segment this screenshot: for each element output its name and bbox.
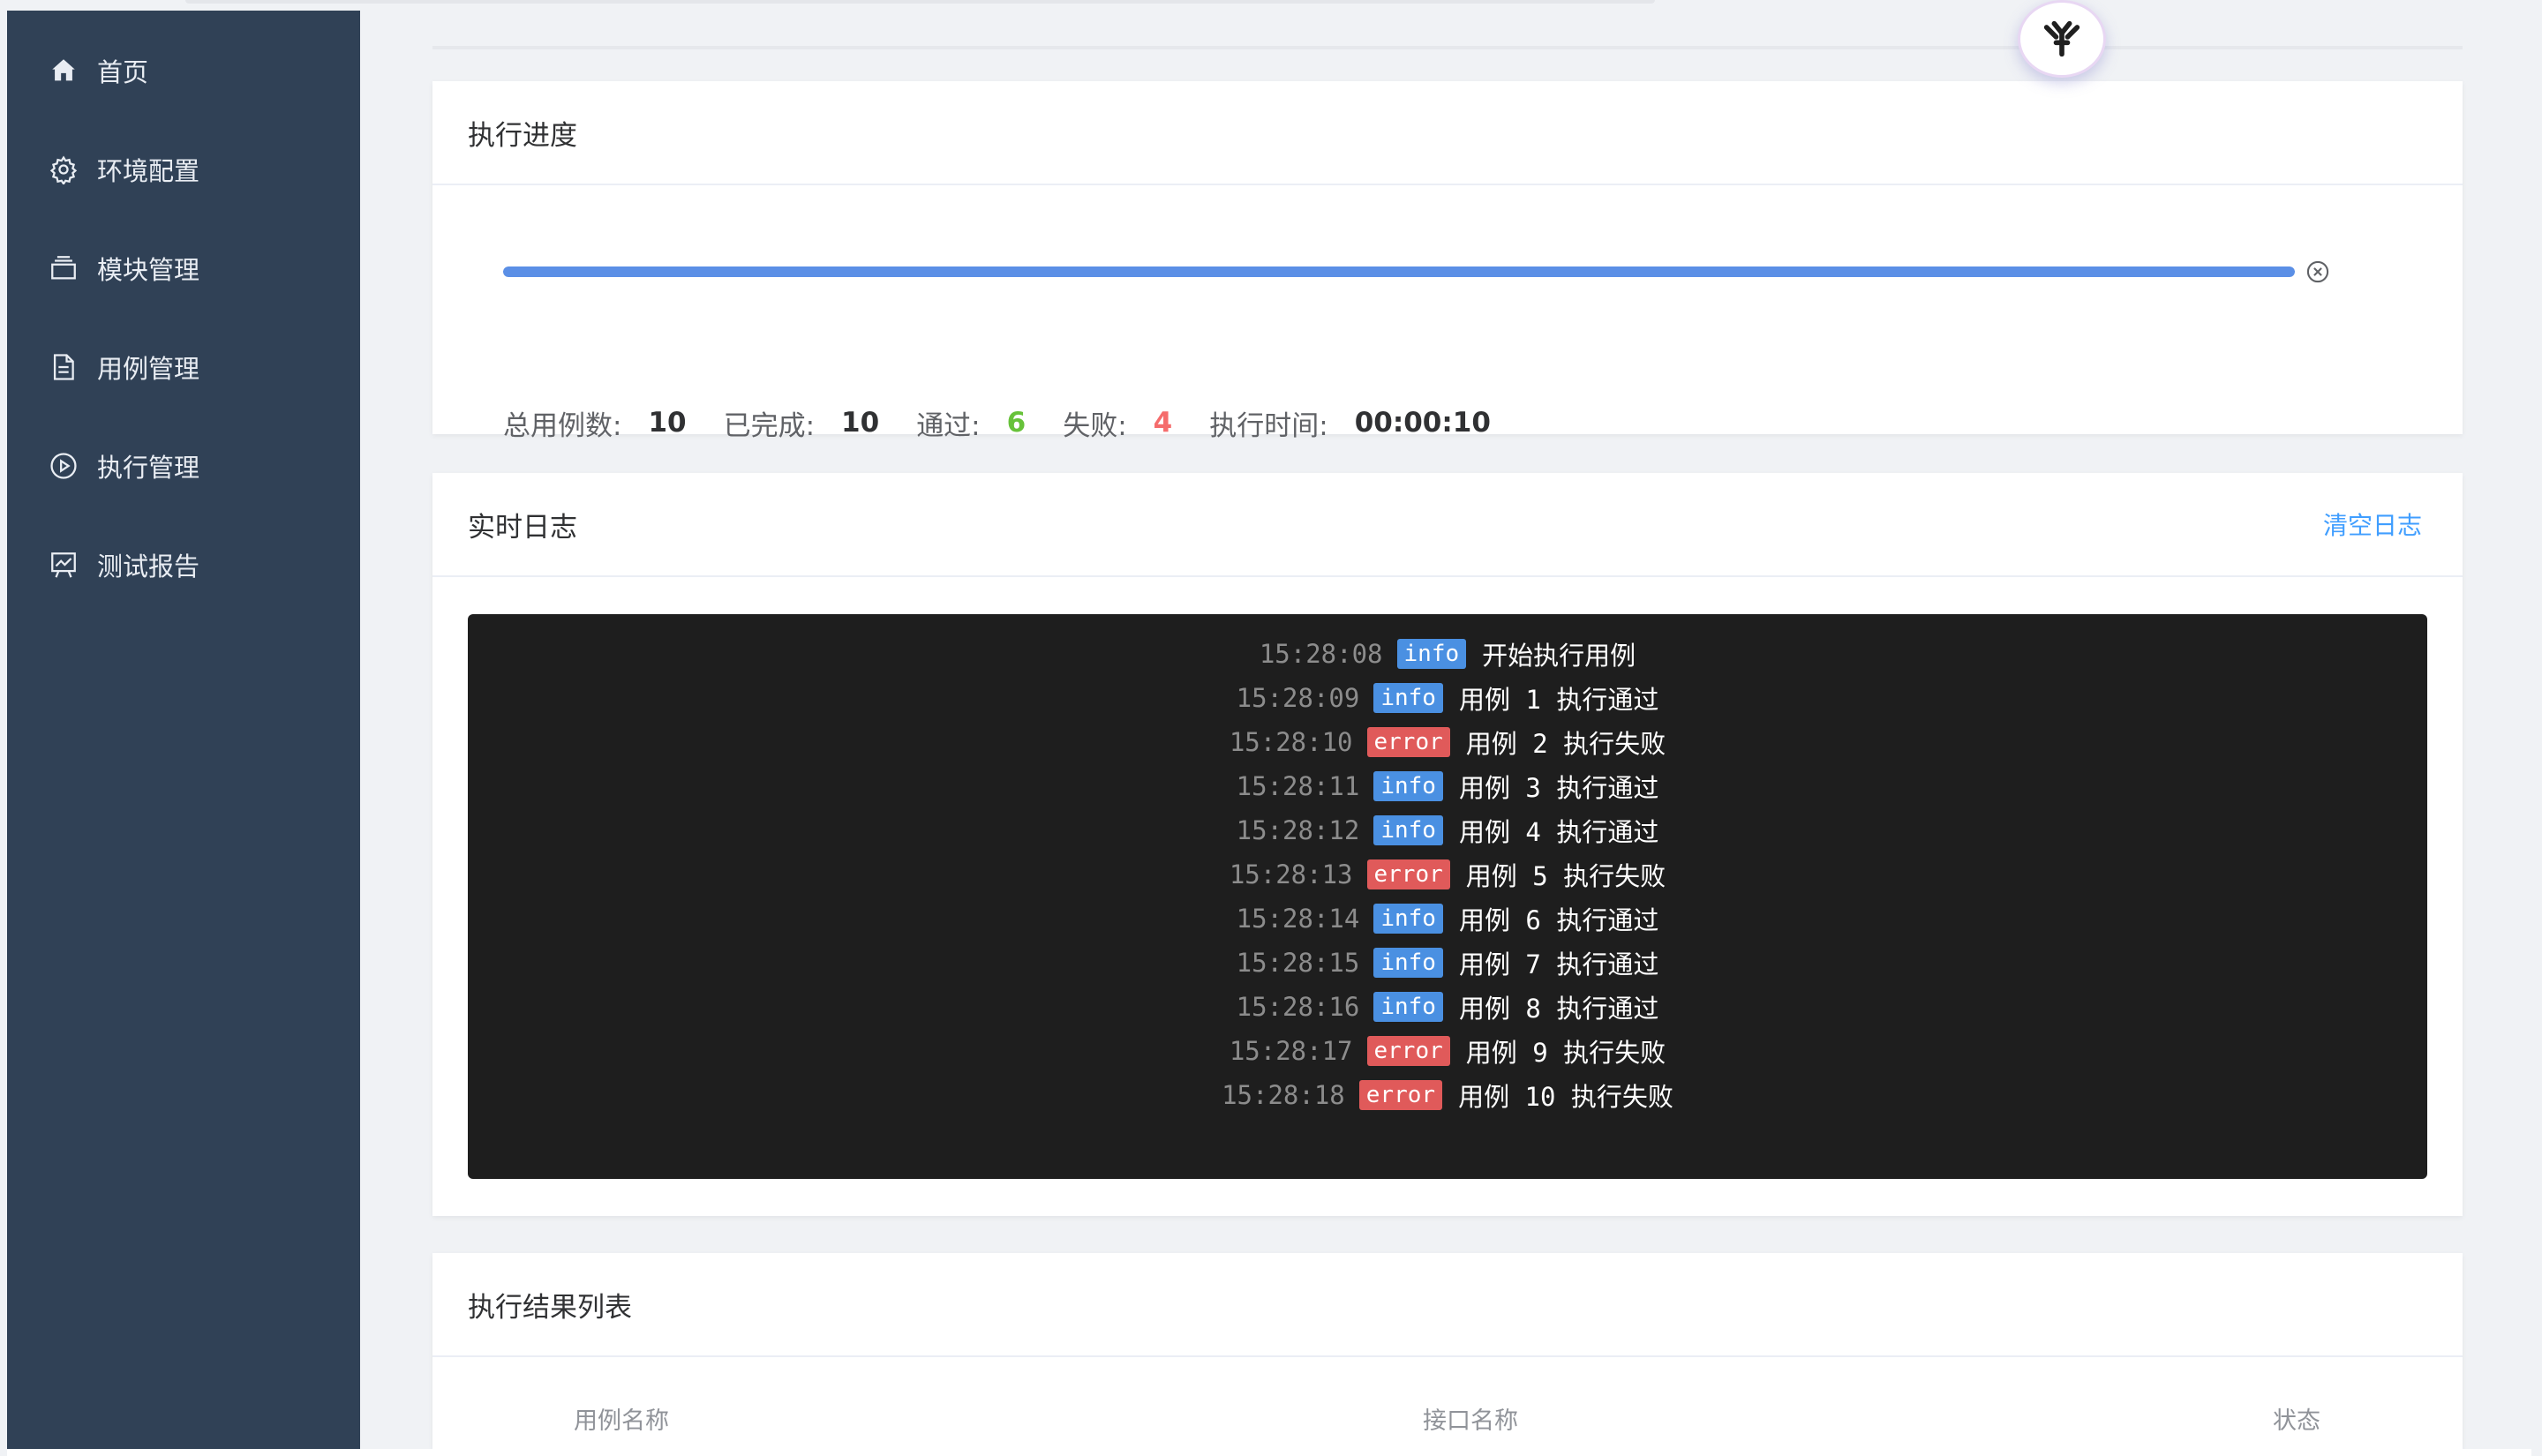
log-message: 用例 6 执行通过 [1458, 905, 1659, 935]
clear-log-button[interactable]: 清空日志 [2323, 507, 2422, 542]
log-level-badge: info [1396, 639, 1467, 669]
log-timestamp: 15:28:11 [1236, 771, 1360, 801]
progress-bar [503, 266, 2295, 277]
log-timestamp: 15:28:13 [1229, 859, 1353, 889]
sidebar-item-cases[interactable]: 用例管理 [7, 318, 360, 417]
column-header-case-name[interactable]: 用例名称 [574, 1401, 669, 1436]
passed-value: 6 [1006, 407, 1027, 439]
card-title: 执行结果列表 [468, 1291, 632, 1324]
log-lines: 15:28:08 info 开始执行用例 15:28:09 info 用例 1 执行通过 1… [468, 632, 2427, 1117]
progress-bar-fill [503, 266, 2295, 277]
log-line: 15:28:15 info 用例 7 执行通过 [1236, 941, 1659, 985]
log-message: 开始执行用例 [1482, 641, 1636, 671]
log-line: 15:28:08 info 开始执行用例 [1260, 632, 1636, 676]
log-message: 用例 1 执行通过 [1458, 685, 1659, 715]
column-header-api-name[interactable]: 接口名称 [1423, 1401, 1518, 1436]
sidebar-item-label: 执行管理 [97, 453, 200, 483]
progress-stats: 总用例数: 10 已完成: 10 通过: 6 失败: 4 执行时间: 00:00… [503, 401, 1528, 445]
log-timestamp: 15:28:12 [1236, 815, 1360, 845]
log-timestamp: 15:28:10 [1229, 727, 1353, 757]
log-message: 用例 10 执行失败 [1458, 1082, 1673, 1112]
log-card-header: 实时日志 清空日志 [432, 473, 2463, 577]
log-timestamp: 15:28:09 [1236, 683, 1360, 713]
log-level-badge: error [1358, 1080, 1443, 1110]
exec-time-label: 执行时间: [1209, 409, 1328, 442]
floating-assistant-logo[interactable] [2018, 0, 2106, 78]
document-icon [48, 351, 79, 383]
log-timestamp: 15:28:14 [1236, 904, 1360, 934]
passed-label: 通过: [916, 409, 981, 442]
sidebar-item-label: 用例管理 [97, 354, 200, 384]
log-level-badge: info [1373, 683, 1443, 713]
play-circle-icon [48, 450, 79, 482]
log-level-badge: info [1373, 815, 1443, 845]
log-level-badge: info [1373, 992, 1443, 1022]
log-message: 用例 9 执行失败 [1465, 1038, 1666, 1068]
log-line: 15:28:11 info 用例 3 执行通过 [1236, 764, 1659, 808]
log-level-badge: info [1373, 771, 1443, 801]
log-level-badge: error [1366, 1036, 1450, 1066]
sidebar: 首页 环境配置 模块管理 用例管理 执行管理 测试报告 [7, 11, 360, 1449]
log-line: 15:28:10 error 用例 2 执行失败 [1230, 720, 1666, 764]
log-message: 用例 3 执行通过 [1458, 773, 1659, 803]
log-message: 用例 2 执行失败 [1465, 729, 1666, 759]
log-line: 15:28:13 error 用例 5 执行失败 [1230, 852, 1666, 897]
box-icon [48, 252, 79, 284]
log-console[interactable]: 15:28:08 info 开始执行用例 15:28:09 info 用例 1 执行通过 1… [468, 614, 2427, 1179]
exec-time-value: 00:00:10 [1354, 407, 1491, 439]
log-line: 15:28:17 error 用例 9 执行失败 [1230, 1029, 1666, 1073]
sidebar-item-home[interactable]: 首页 [7, 21, 360, 120]
card-title: 执行进度 [468, 119, 577, 152]
sidebar-item-label: 测试报告 [97, 552, 200, 582]
progress-card-header: 执行进度 [432, 81, 2463, 185]
failed-label: 失败: [1063, 409, 1127, 442]
bottom-edge [7, 1449, 2531, 1456]
results-table-header: 用例名称 接口名称 状态 [432, 1401, 2463, 1445]
log-line: 15:28:18 error 用例 10 执行失败 [1222, 1073, 1673, 1117]
log-message: 用例 5 执行失败 [1465, 861, 1666, 891]
sidebar-item-reports[interactable]: 测试报告 [7, 515, 360, 614]
top-divider [432, 46, 2463, 49]
log-message: 用例 7 执行通过 [1458, 949, 1659, 979]
logo-icon [2043, 20, 2080, 57]
sidebar-item-label: 模块管理 [97, 255, 200, 285]
log-line: 15:28:09 info 用例 1 执行通过 [1236, 676, 1659, 720]
log-line: 15:28:14 info 用例 6 执行通过 [1236, 897, 1659, 941]
card-title: 实时日志 [468, 511, 577, 544]
log-message: 用例 8 执行通过 [1458, 994, 1659, 1024]
completed-label: 已完成: [723, 409, 816, 442]
results-card-header: 执行结果列表 [432, 1253, 2463, 1357]
log-line: 15:28:16 info 用例 8 执行通过 [1236, 985, 1659, 1029]
log-level-badge: info [1373, 948, 1443, 978]
log-timestamp: 15:28:17 [1229, 1036, 1353, 1066]
chart-board-icon [48, 549, 79, 581]
realtime-log-card: 实时日志 清空日志 15:28:08 info 开始执行用例 15:28:09 info… [432, 473, 2463, 1216]
progress-card: 执行进度 总用例数: 10 已完成: 10 通过: 6 失败: 4 执行时间: … [432, 81, 2463, 442]
results-card: 执行结果列表 用例名称 接口名称 状态 [432, 1253, 2463, 1449]
log-message: 用例 4 执行通过 [1458, 817, 1659, 847]
failed-value: 4 [1153, 407, 1173, 439]
log-timestamp: 15:28:08 [1259, 639, 1383, 669]
home-icon [48, 55, 79, 86]
log-level-badge: error [1366, 859, 1450, 889]
total-cases-label: 总用例数: [503, 409, 622, 442]
sidebar-item-environment[interactable]: 环境配置 [7, 120, 360, 219]
column-header-status[interactable]: 状态 [2273, 1401, 2320, 1436]
top-scroll-hint [185, 0, 1655, 4]
completed-value: 10 [841, 407, 880, 439]
log-level-badge: error [1366, 727, 1450, 757]
sidebar-item-label: 首页 [97, 57, 149, 87]
log-timestamp: 15:28:16 [1236, 992, 1360, 1022]
sidebar-item-execution[interactable]: 执行管理 [7, 417, 360, 515]
log-timestamp: 15:28:18 [1222, 1080, 1345, 1110]
gear-icon [48, 154, 79, 185]
log-timestamp: 15:28:15 [1236, 948, 1360, 978]
log-line: 15:28:12 info 用例 4 执行通过 [1236, 808, 1659, 852]
sidebar-item-modules[interactable]: 模块管理 [7, 219, 360, 318]
total-cases-value: 10 [648, 407, 687, 439]
log-level-badge: info [1373, 904, 1443, 934]
close-circle-icon[interactable] [2305, 259, 2330, 284]
sidebar-item-label: 环境配置 [97, 156, 200, 186]
